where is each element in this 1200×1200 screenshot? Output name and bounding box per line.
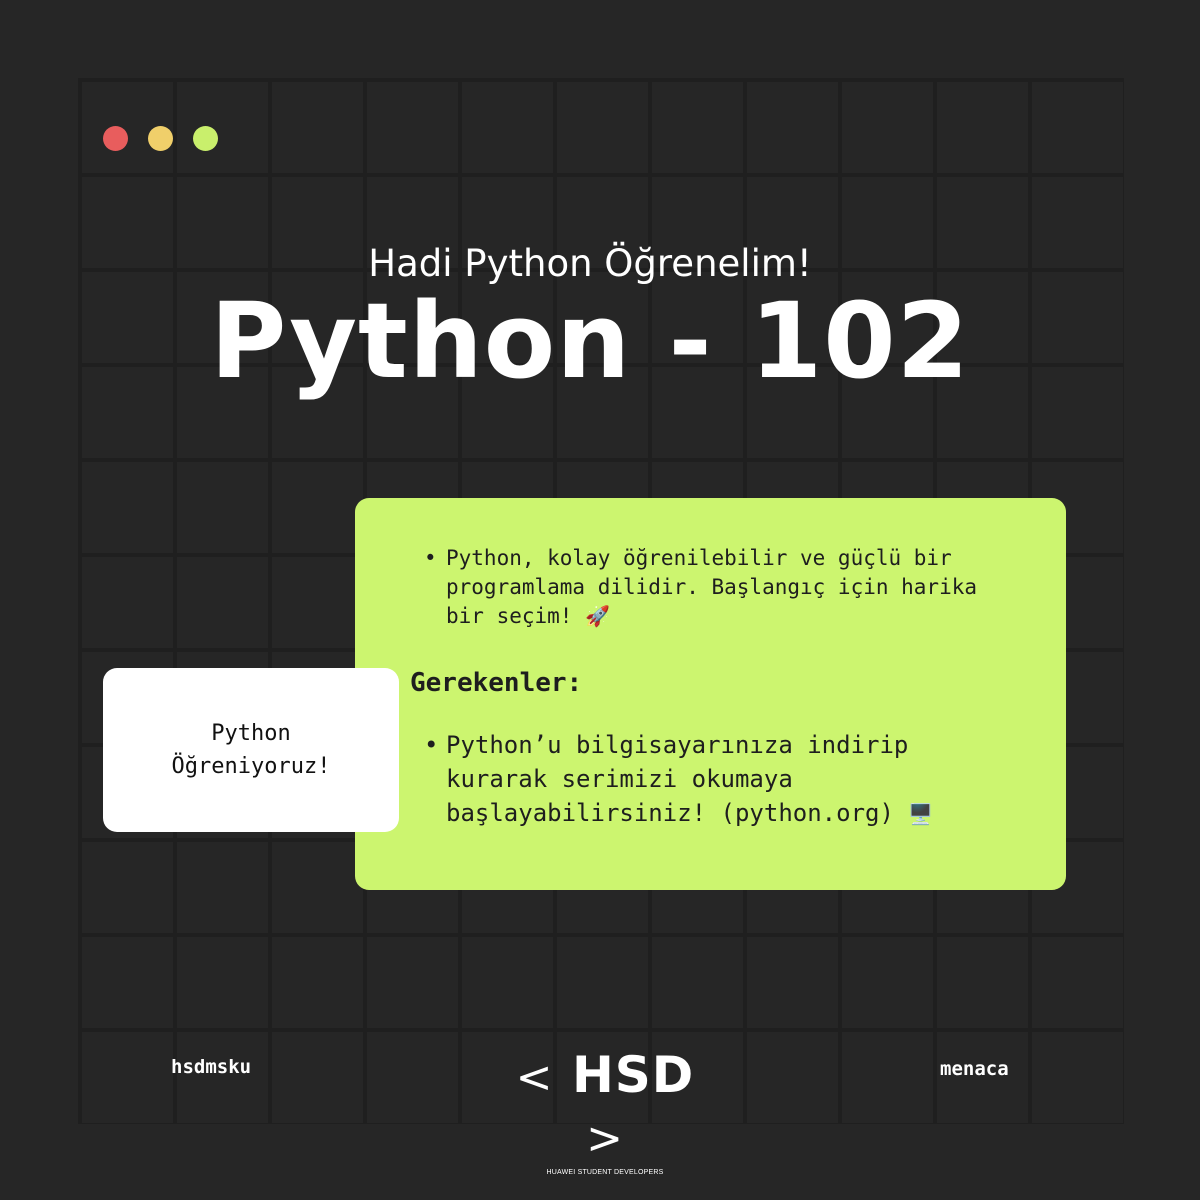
page-subtitle: Hadi Python Öğrenelim! [368, 242, 812, 285]
maximize-dot[interactable] [193, 126, 218, 151]
logo-text: HSD [571, 1046, 695, 1104]
side-card-text: Python Öğreniyoruz! [171, 721, 331, 779]
footer-handle-left: hsdmsku [171, 1056, 252, 1078]
logo-left-bracket: < [515, 1052, 554, 1103]
window-controls [103, 126, 218, 151]
requirements-text: Python’u bilgisayarınıza indirip kurarak… [446, 731, 909, 827]
requirements-heading: Gerekenler: [410, 668, 583, 698]
rocket-icon: 🚀 [585, 604, 610, 628]
page-title: Python - 102 [210, 280, 970, 402]
footer-handle-right: menaca [940, 1058, 1009, 1080]
logo-subtitle: HUAWEI STUDENT DEVELOPERS [546, 1169, 664, 1176]
minimize-dot[interactable] [148, 126, 173, 151]
bullet-icon: • [424, 546, 437, 570]
info-bullet-intro: • Python, kolay öğrenilebilir ve güçlü b… [424, 544, 1014, 631]
close-dot[interactable] [103, 126, 128, 151]
bullet-icon: • [424, 731, 439, 759]
intro-text: Python, kolay öğrenilebilir ve güçlü bir… [446, 546, 978, 628]
side-card: Python Öğreniyoruz! [103, 668, 399, 832]
computer-icon: 🖥️ [908, 802, 934, 826]
info-bullet-requirements: • Python’u bilgisayarınıza indirip kurar… [424, 728, 984, 831]
hsd-logo: < HSD > HUAWEI STUDENT DEVELOPERS [500, 1046, 710, 1176]
logo-right-bracket: > [586, 1113, 624, 1164]
